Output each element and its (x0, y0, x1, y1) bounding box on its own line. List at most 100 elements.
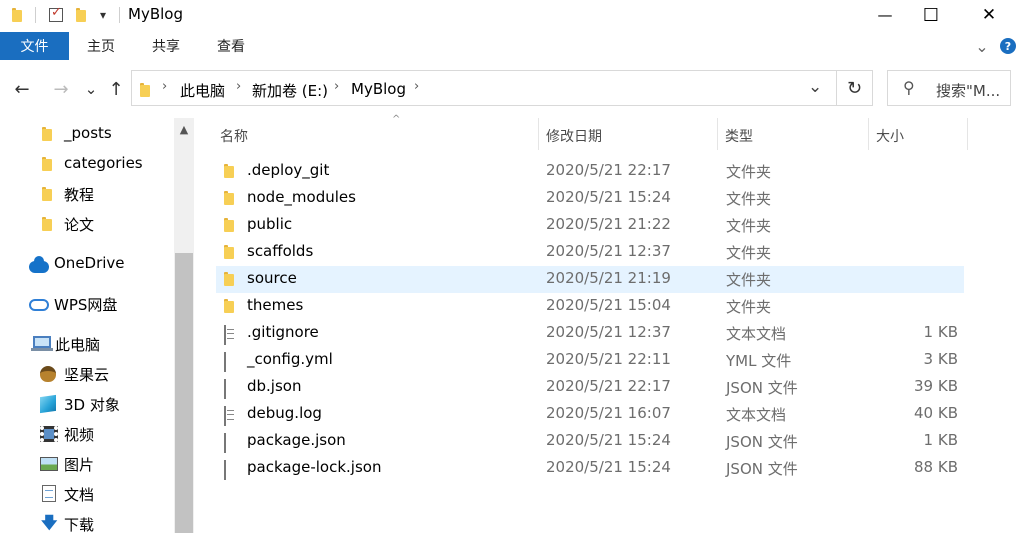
recent-locations-button[interactable]: ⌄ (82, 78, 100, 100)
tab-share[interactable]: 共享 (134, 32, 198, 60)
file-name: package-lock.json (247, 458, 382, 476)
sidebar-item-label: 文档 (64, 486, 95, 504)
tab-file[interactable]: 文件 (0, 32, 69, 60)
table-row[interactable]: .deploy_git 2020/5/21 22:17 文件夹 (216, 158, 964, 185)
sidebar-scrollbar[interactable]: ▲ (174, 118, 194, 533)
address-bar[interactable]: › 此电脑 › 新加卷 (E:) › MyBlog › ⌄ (131, 70, 837, 106)
sidebar-item-videos[interactable]: 视频 (0, 419, 172, 449)
breadcrumb-separator[interactable]: › (334, 79, 339, 94)
file-icon (224, 460, 226, 480)
search-input[interactable]: 搜索"M... (936, 80, 1008, 101)
sidebar-item-jianguoyun[interactable]: 坚果云 (0, 359, 172, 389)
forward-button[interactable]: → (49, 78, 73, 100)
folder-icon (224, 191, 234, 209)
window-title: MyBlog (128, 5, 183, 23)
column-header-size[interactable]: 大小 (869, 118, 967, 150)
file-name: scaffolds (247, 242, 314, 260)
sidebar-item-label: 图片 (64, 456, 95, 474)
sidebar-item-tutorials[interactable]: 教程 (0, 179, 172, 209)
table-row[interactable]: package.json 2020/5/21 15:24 JSON 文件 1 KB (216, 428, 964, 455)
file-name: package.json (247, 431, 346, 449)
download-icon: 🡇 (41, 513, 58, 532)
up-button[interactable]: ↑ (104, 78, 128, 100)
sort-ascending-icon: ^ (392, 114, 401, 125)
sidebar-item-documents[interactable]: 文档 (0, 479, 172, 509)
table-row[interactable]: source 2020/5/21 21:19 文件夹 (216, 266, 964, 293)
sidebar-item-posts[interactable]: _posts (0, 119, 172, 149)
sidebar-item-label: _posts (64, 124, 112, 142)
file-size: 39 KB (914, 377, 958, 395)
file-modified-date: 2020/5/21 15:24 (546, 188, 671, 206)
sidebar-item-3d-objects[interactable]: 3D 对象 (0, 389, 172, 419)
folder-icon (42, 127, 52, 141)
column-header-date[interactable]: 修改日期 (539, 118, 717, 150)
table-row[interactable]: db.json 2020/5/21 22:17 JSON 文件 39 KB (216, 374, 964, 401)
search-box[interactable]: ⚲ 搜索"M... (887, 70, 1011, 106)
file-type: 文件夹 (726, 271, 772, 289)
file-size: 40 KB (914, 404, 958, 422)
breadcrumb-myblog[interactable]: MyBlog (351, 80, 406, 98)
divider (35, 7, 36, 23)
file-modified-date: 2020/5/21 16:07 (546, 404, 671, 422)
customize-quick-access-button[interactable]: ▾ (94, 5, 112, 25)
tab-home[interactable]: 主页 (70, 32, 132, 60)
tab-view[interactable]: 查看 (200, 32, 262, 60)
sidebar-item-label: WPS网盘 (54, 296, 118, 314)
refresh-button[interactable]: ↻ (837, 70, 873, 106)
file-type: JSON 文件 (726, 460, 798, 478)
help-button[interactable]: ? (998, 36, 1018, 56)
address-dropdown-icon[interactable]: ⌄ (808, 77, 822, 97)
sidebar-item-label: 下载 (64, 516, 95, 533)
sidebar-item-this-pc[interactable]: 此电脑 (0, 329, 172, 359)
sidebar-item-downloads[interactable]: 🡇 下载 (0, 509, 172, 533)
sidebar-item-label: 此电脑 (55, 336, 101, 354)
breadcrumb-separator[interactable]: › (162, 79, 167, 94)
file-modified-date: 2020/5/21 12:37 (546, 323, 671, 341)
file-modified-date: 2020/5/21 21:19 (546, 269, 671, 287)
breadcrumb-this-pc[interactable]: 此电脑 (180, 80, 225, 101)
table-row[interactable]: .gitignore 2020/5/21 12:37 文本文档 1 KB (216, 320, 964, 347)
file-modified-date: 2020/5/21 15:24 (546, 458, 671, 476)
file-name: db.json (247, 377, 302, 395)
file-modified-date: 2020/5/21 22:11 (546, 350, 671, 368)
minimize-button[interactable]: — (862, 0, 908, 30)
table-row[interactable]: _config.yml 2020/5/21 22:11 YML 文件 3 KB (216, 347, 964, 374)
sidebar-item-wps-cloud[interactable]: WPS网盘 (0, 289, 172, 319)
breadcrumb-drive-e[interactable]: 新加卷 (E:) (252, 80, 328, 101)
file-name: node_modules (247, 188, 356, 206)
column-header-type[interactable]: 类型 (718, 118, 868, 150)
sidebar-item-label: categories (64, 154, 143, 172)
maximize-button[interactable]: ☐ (908, 0, 954, 30)
breadcrumb-separator[interactable]: › (414, 79, 419, 94)
file-modified-date: 2020/5/21 15:04 (546, 296, 671, 314)
scrollbar-thumb[interactable] (175, 253, 193, 533)
scroll-up-arrow-icon[interactable]: ▲ (174, 120, 194, 138)
cube-icon (40, 394, 56, 414)
nut-icon (40, 366, 56, 382)
table-row[interactable]: themes 2020/5/21 15:04 文件夹 (216, 293, 964, 320)
table-row[interactable]: node_modules 2020/5/21 15:24 文件夹 (216, 185, 964, 212)
table-row[interactable]: public 2020/5/21 21:22 文件夹 (216, 212, 964, 239)
close-button[interactable]: ✕ (966, 0, 1012, 30)
file-icon (224, 433, 226, 453)
back-button[interactable]: ← (10, 78, 34, 100)
expand-ribbon-icon[interactable]: ⌄ (972, 36, 992, 56)
file-name: public (247, 215, 293, 233)
table-row[interactable]: debug.log 2020/5/21 16:07 文本文档 40 KB (216, 401, 964, 428)
new-folder-icon[interactable] (72, 5, 90, 25)
column-header-label: 修改日期 (546, 129, 602, 145)
table-row[interactable]: scaffolds 2020/5/21 12:37 文件夹 (216, 239, 964, 266)
column-header-name[interactable]: ^ 名称 (216, 114, 538, 150)
properties-icon[interactable] (46, 5, 66, 25)
file-type: 文件夹 (726, 163, 772, 181)
table-row[interactable]: package-lock.json 2020/5/21 15:24 JSON 文件 8… (216, 455, 964, 482)
sidebar-item-onedrive[interactable]: OneDrive (0, 249, 172, 279)
text-file-icon (224, 406, 226, 426)
sidebar-item-pictures[interactable]: 图片 (0, 449, 172, 479)
folder-icon (224, 164, 234, 182)
sidebar-item-papers[interactable]: 论文 (0, 209, 172, 239)
sidebar-item-categories[interactable]: categories (0, 149, 172, 179)
file-modified-date: 2020/5/21 22:17 (546, 377, 671, 395)
column-divider[interactable] (967, 118, 968, 150)
breadcrumb-separator[interactable]: › (236, 79, 241, 94)
